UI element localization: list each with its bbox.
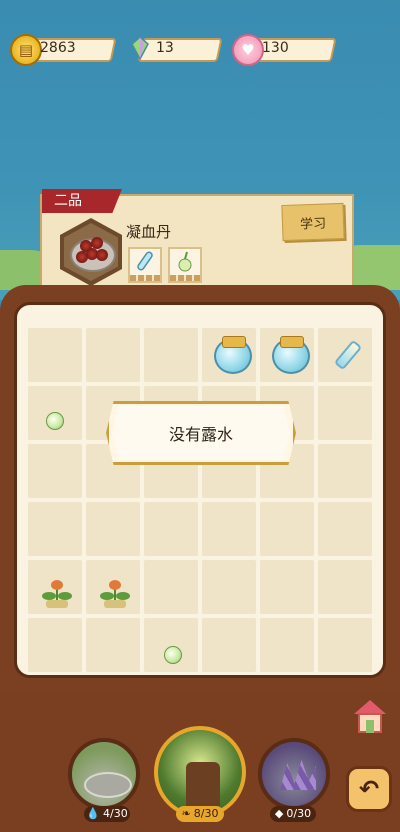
gem-value: 13	[156, 40, 174, 56]
grid-cell[interactable]	[318, 444, 372, 498]
crystal-small-icon: ◆	[274, 807, 284, 820]
back-arrow-icon: ↶	[358, 775, 380, 803]
cave-count: ◆ 0/30	[270, 806, 316, 822]
grid-cell[interactable]	[86, 502, 140, 556]
inventory-grid	[28, 328, 373, 673]
ingredient-herb-orb[interactable]	[168, 247, 202, 283]
heart-counter[interactable]: ♥ 130	[232, 34, 337, 66]
grid-cell[interactable]	[202, 618, 256, 672]
grid-cell[interactable]	[318, 560, 372, 614]
grid-cell[interactable]	[28, 444, 82, 498]
learn-button[interactable]: 学习	[281, 202, 345, 242]
grid-cell[interactable]	[86, 618, 140, 672]
toast-message: 没有露水	[112, 406, 290, 460]
house-button[interactable]	[352, 700, 388, 734]
grid-cell[interactable]	[260, 560, 314, 614]
grid-cell[interactable]	[86, 328, 140, 382]
gold-counter[interactable]: ▤ 2863	[10, 34, 117, 66]
ingredient-vial[interactable]	[128, 247, 162, 283]
herb-orb-icon[interactable]	[46, 412, 64, 430]
location-tree-stump[interactable]	[154, 726, 246, 818]
grade-badge: 二品	[42, 189, 122, 213]
grid-cell[interactable]	[318, 502, 372, 556]
flower-herb-icon[interactable]	[38, 580, 76, 610]
grid-cell[interactable]	[28, 328, 82, 382]
coin-icon: ▤	[10, 34, 42, 66]
grid-cell[interactable]	[28, 618, 82, 672]
grid-cell[interactable]	[318, 386, 372, 440]
flower-herb-icon[interactable]	[96, 580, 134, 610]
pond-icon	[84, 772, 132, 798]
grid-cell[interactable]	[202, 560, 256, 614]
heart-icon: ♥	[232, 34, 264, 66]
grid-cell[interactable]	[144, 502, 198, 556]
crystal-icon	[280, 760, 316, 790]
recipe-name: 凝血丹	[126, 223, 172, 241]
gem-counter[interactable]: 13	[126, 34, 223, 62]
grid-cell[interactable]	[260, 618, 314, 672]
location-pond[interactable]	[68, 738, 140, 810]
water-drop-icon: 💧	[86, 807, 100, 820]
back-button[interactable]: ↶	[346, 766, 392, 812]
grid-cell[interactable]	[260, 502, 314, 556]
grid-cell[interactable]	[202, 502, 256, 556]
gem-icon	[126, 34, 154, 62]
location-crystal-cave[interactable]	[258, 738, 330, 810]
heart-value: 130	[262, 40, 289, 56]
grid-cell[interactable]	[28, 502, 82, 556]
grid-cell[interactable]	[144, 328, 198, 382]
tree-stump-icon	[186, 762, 220, 806]
leaf-icon: ❧	[181, 807, 191, 820]
grid-cell[interactable]	[318, 618, 372, 672]
gold-value: 2863	[40, 40, 76, 56]
grid-cell[interactable]	[144, 560, 198, 614]
tree-count: ❧ 8/30	[176, 806, 224, 822]
pond-count: 💧 4/30	[84, 806, 130, 822]
herb-orb-icon[interactable]	[164, 646, 182, 664]
house-icon	[354, 700, 386, 714]
